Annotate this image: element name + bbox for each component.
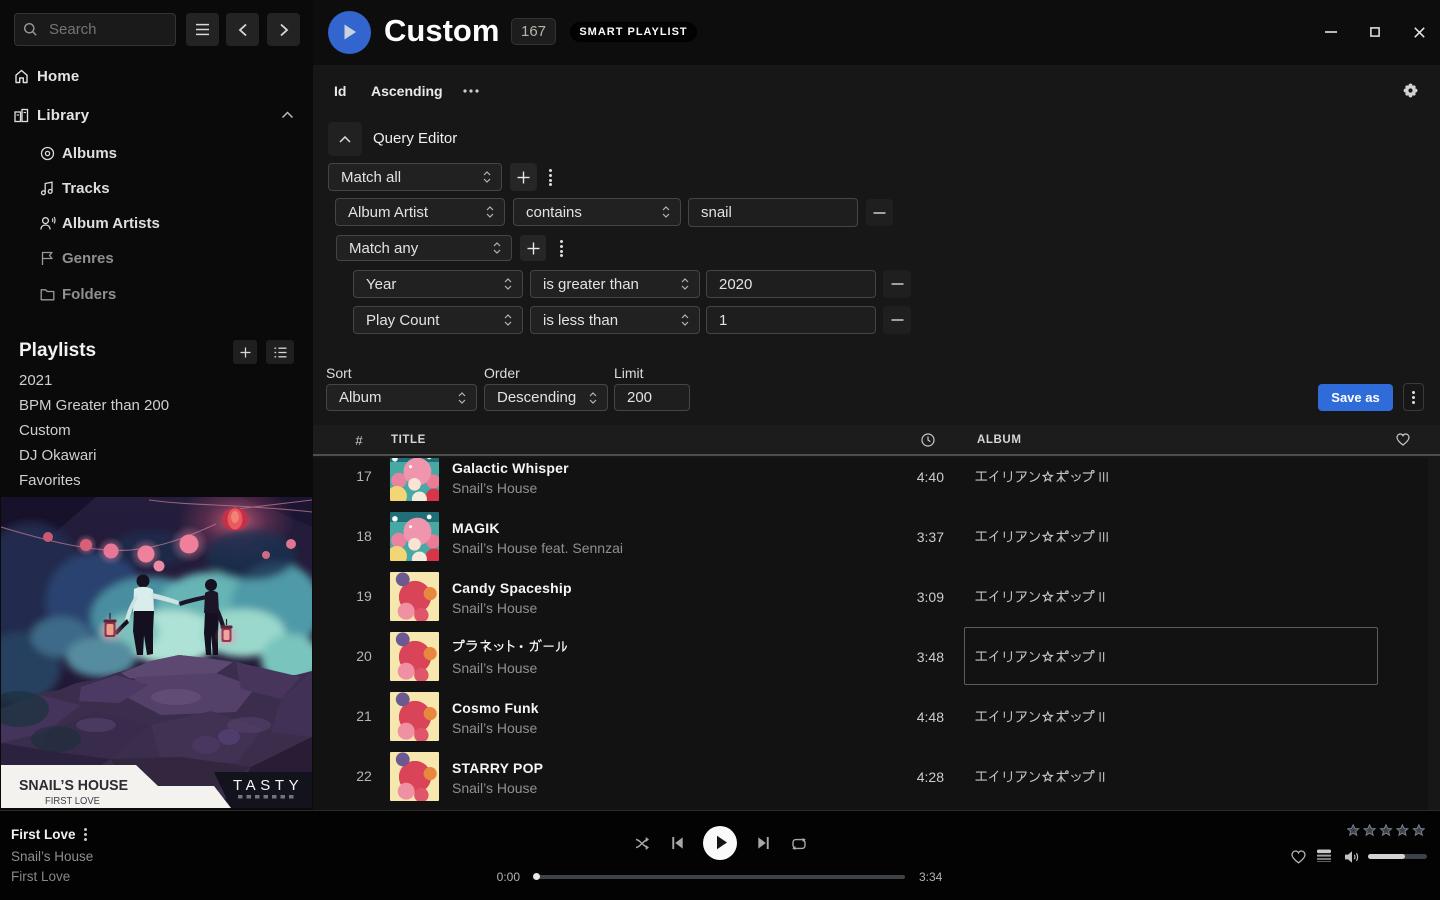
svg-text:SNAIL’S HOUSE: SNAIL’S HOUSE [19, 777, 128, 794]
svg-text:FIRST LOVE: FIRST LOVE [45, 796, 100, 807]
svg-text:TASTY: TASTY [233, 777, 303, 794]
